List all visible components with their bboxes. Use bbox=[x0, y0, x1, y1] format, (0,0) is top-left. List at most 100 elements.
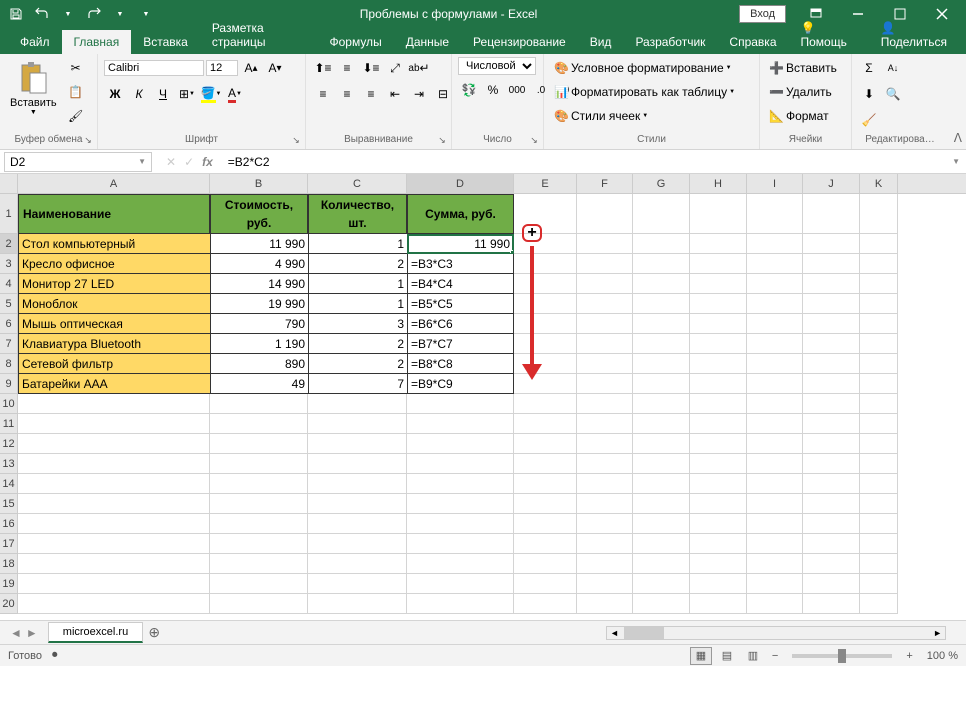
fill-button[interactable]: ⬇ bbox=[858, 83, 880, 105]
row-header-9[interactable]: 9 bbox=[0, 374, 18, 394]
cell-G8[interactable] bbox=[633, 354, 690, 374]
cell-I11[interactable] bbox=[747, 414, 803, 434]
cell-E2[interactable] bbox=[514, 234, 577, 254]
cell-E19[interactable] bbox=[514, 574, 577, 594]
cell-H7[interactable] bbox=[690, 334, 747, 354]
cell-D2[interactable]: 11 990 bbox=[407, 234, 514, 254]
increase-font-size[interactable]: A▴ bbox=[240, 57, 262, 79]
cell-K19[interactable] bbox=[860, 574, 898, 594]
cut-button[interactable]: ✂ bbox=[65, 57, 87, 79]
cell-C17[interactable] bbox=[308, 534, 407, 554]
cell-B2[interactable]: 11 990 bbox=[210, 234, 308, 254]
cell-B17[interactable] bbox=[210, 534, 308, 554]
cell-C20[interactable] bbox=[308, 594, 407, 614]
row-header-5[interactable]: 5 bbox=[0, 294, 18, 314]
cell-D13[interactable] bbox=[407, 454, 514, 474]
cell-J3[interactable] bbox=[803, 254, 860, 274]
cell-C5[interactable]: 1 bbox=[308, 294, 407, 314]
font-color-button[interactable]: A▼ bbox=[224, 83, 246, 105]
cell-A6[interactable]: Мышь оптическая bbox=[18, 314, 210, 334]
cell-B6[interactable]: 790 bbox=[210, 314, 308, 334]
cell-B1[interactable]: Стоимость, руб. bbox=[210, 194, 308, 234]
cell-H15[interactable] bbox=[690, 494, 747, 514]
number-format-select[interactable]: Числовой bbox=[458, 57, 536, 75]
cell-E7[interactable] bbox=[514, 334, 577, 354]
tab-file[interactable]: Файл bbox=[8, 30, 62, 54]
cell-E5[interactable] bbox=[514, 294, 577, 314]
cell-B4[interactable]: 14 990 bbox=[210, 274, 308, 294]
cell-K3[interactable] bbox=[860, 254, 898, 274]
cell-B14[interactable] bbox=[210, 474, 308, 494]
row-header-2[interactable]: 2 bbox=[0, 234, 18, 254]
cancel-formula[interactable]: ✕ bbox=[166, 155, 176, 169]
cell-G9[interactable] bbox=[633, 374, 690, 394]
cell-J20[interactable] bbox=[803, 594, 860, 614]
save-button[interactable] bbox=[4, 2, 28, 26]
cell-H14[interactable] bbox=[690, 474, 747, 494]
cell-I5[interactable] bbox=[747, 294, 803, 314]
cell-I10[interactable] bbox=[747, 394, 803, 414]
cell-G3[interactable] bbox=[633, 254, 690, 274]
macro-record-icon[interactable]: ⏺ bbox=[52, 649, 58, 662]
cell-H18[interactable] bbox=[690, 554, 747, 574]
cells-area[interactable]: НаименованиеСтоимость, руб.Количество, ш… bbox=[18, 194, 966, 614]
format-painter[interactable]: 🖌 bbox=[65, 105, 87, 127]
cell-E8[interactable] bbox=[514, 354, 577, 374]
cell-I2[interactable] bbox=[747, 234, 803, 254]
font-name-input[interactable] bbox=[104, 60, 204, 76]
sheet-tab-active[interactable]: microexcel.ru bbox=[48, 622, 143, 643]
cell-A4[interactable]: Монитор 27 LED bbox=[18, 274, 210, 294]
cell-G14[interactable] bbox=[633, 474, 690, 494]
cell-C10[interactable] bbox=[308, 394, 407, 414]
qat-customize[interactable]: ▼ bbox=[134, 2, 158, 26]
orientation-button[interactable]: ⤢ bbox=[384, 57, 406, 79]
cell-D11[interactable] bbox=[407, 414, 514, 434]
column-header-F[interactable]: F bbox=[577, 174, 633, 193]
alignment-launcher[interactable]: ↘ bbox=[436, 134, 448, 146]
cell-A19[interactable] bbox=[18, 574, 210, 594]
fill-handle[interactable] bbox=[510, 250, 514, 254]
tab-help[interactable]: Справка bbox=[717, 30, 788, 54]
row-header-20[interactable]: 20 bbox=[0, 594, 18, 614]
cell-G17[interactable] bbox=[633, 534, 690, 554]
cell-C6[interactable]: 3 bbox=[308, 314, 407, 334]
cell-D7[interactable]: =B7*C7 bbox=[407, 334, 514, 354]
cell-H8[interactable] bbox=[690, 354, 747, 374]
format-as-table[interactable]: 📊 Форматировать как таблицу ▼ bbox=[550, 81, 739, 103]
bold-button[interactable]: Ж bbox=[104, 83, 126, 105]
cell-G18[interactable] bbox=[633, 554, 690, 574]
cell-C16[interactable] bbox=[308, 514, 407, 534]
undo-dropdown[interactable]: ▼ bbox=[56, 2, 80, 26]
cell-F18[interactable] bbox=[577, 554, 633, 574]
merge-button[interactable]: ⊟ bbox=[432, 83, 454, 105]
cell-A18[interactable] bbox=[18, 554, 210, 574]
cell-B15[interactable] bbox=[210, 494, 308, 514]
cell-G20[interactable] bbox=[633, 594, 690, 614]
cell-F13[interactable] bbox=[577, 454, 633, 474]
cell-H17[interactable] bbox=[690, 534, 747, 554]
cell-J14[interactable] bbox=[803, 474, 860, 494]
row-header-12[interactable]: 12 bbox=[0, 434, 18, 454]
cell-A9[interactable]: Батарейки AAA bbox=[18, 374, 210, 394]
cell-I6[interactable] bbox=[747, 314, 803, 334]
row-header-1[interactable]: 1 bbox=[0, 194, 18, 234]
cell-D9[interactable]: =B9*C9 bbox=[407, 374, 514, 394]
cell-H12[interactable] bbox=[690, 434, 747, 454]
cell-C13[interactable] bbox=[308, 454, 407, 474]
cell-B12[interactable] bbox=[210, 434, 308, 454]
column-header-B[interactable]: B bbox=[210, 174, 308, 193]
cell-styles[interactable]: 🎨 Стили ячеек ▼ bbox=[550, 105, 652, 127]
column-header-I[interactable]: I bbox=[747, 174, 803, 193]
cell-G11[interactable] bbox=[633, 414, 690, 434]
cell-E13[interactable] bbox=[514, 454, 577, 474]
font-size-input[interactable] bbox=[206, 60, 238, 76]
sort-filter-button[interactable]: A↓ bbox=[882, 57, 904, 79]
cell-D16[interactable] bbox=[407, 514, 514, 534]
cell-A3[interactable]: Кресло офисное bbox=[18, 254, 210, 274]
normal-view[interactable]: ▦ bbox=[690, 647, 712, 665]
cell-F17[interactable] bbox=[577, 534, 633, 554]
cell-E1[interactable] bbox=[514, 194, 577, 234]
cell-F14[interactable] bbox=[577, 474, 633, 494]
cell-J7[interactable] bbox=[803, 334, 860, 354]
cell-G7[interactable] bbox=[633, 334, 690, 354]
